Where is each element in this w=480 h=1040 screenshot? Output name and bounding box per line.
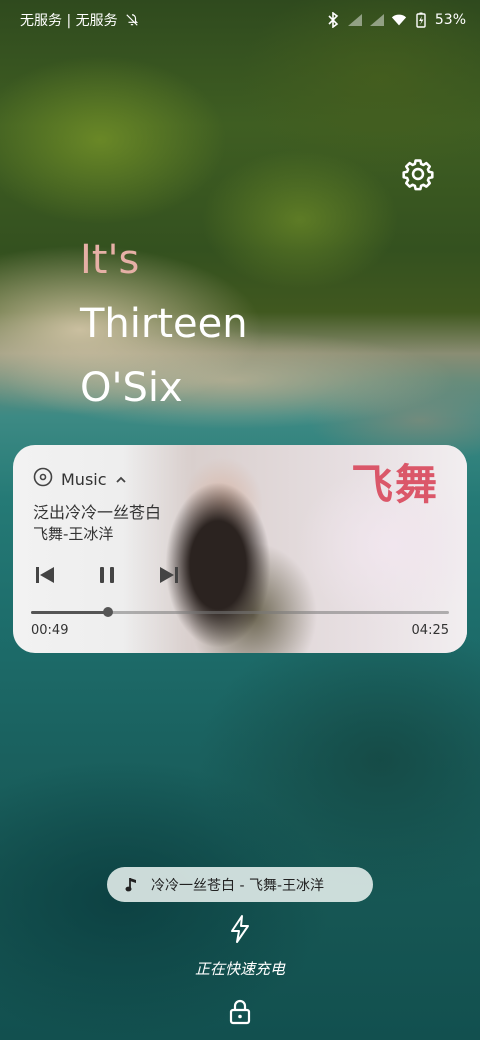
clock-line-3: O'Six	[80, 365, 183, 411]
seek-bar[interactable]	[31, 607, 449, 617]
time-elapsed: 00:49	[31, 623, 69, 638]
seek-bar-fill	[31, 611, 109, 614]
bell-off-icon	[124, 12, 140, 28]
status-right: 53%	[325, 12, 466, 28]
lock-clock: It's Thirteen O'Six	[80, 228, 248, 420]
bluetooth-icon	[325, 12, 341, 28]
status-left: 无服务 | 无服务	[20, 10, 140, 30]
album-art: 飞舞	[123, 445, 467, 653]
gear-icon	[402, 159, 434, 191]
previous-icon	[36, 567, 54, 583]
now-playing-chip[interactable]: 冷冷一丝苍白 - 飞舞-王冰洋	[107, 867, 373, 902]
music-note-icon	[125, 876, 139, 894]
album-art-title: 飞舞	[350, 460, 439, 509]
charging-status: 正在快速充电	[194, 960, 285, 978]
next-icon	[160, 567, 178, 583]
chevron-up-icon[interactable]	[115, 470, 127, 489]
pause-icon	[100, 567, 114, 583]
time-total: 04:25	[411, 623, 449, 638]
clock-line-1: It's	[80, 237, 140, 283]
carrier-label: 无服务 | 无服务	[20, 13, 118, 29]
status-bar: 无服务 | 无服务 53%	[20, 8, 466, 32]
battery-charging-icon	[413, 12, 429, 28]
previous-button[interactable]	[31, 561, 59, 589]
battery-percent: 53%	[434, 12, 466, 28]
pause-button[interactable]	[93, 561, 121, 589]
lock-screen: 无服务 | 无服务 53% It's Thirteen O'Six 飞舞 Mus…	[0, 0, 480, 1040]
song-title: 泛出冷冷一丝苍白	[33, 503, 162, 522]
signal-icon	[369, 12, 385, 28]
now-playing-text: 冷冷一丝苍白 - 飞舞-王冰洋	[151, 877, 325, 894]
next-button[interactable]	[155, 561, 183, 589]
wifi-icon	[391, 12, 407, 28]
lightning-icon	[226, 912, 254, 946]
song-artist: 飞舞-王冰洋	[33, 525, 114, 543]
seek-bar-thumb[interactable]	[103, 607, 114, 617]
signal-icon	[347, 12, 363, 28]
clock-line-2: Thirteen	[80, 301, 248, 347]
music-app-icon	[33, 467, 53, 491]
media-app-label: Music	[61, 469, 107, 489]
media-controls	[31, 561, 183, 589]
media-app-header[interactable]: Music	[33, 467, 127, 491]
lock-icon[interactable]	[228, 998, 252, 1026]
media-player-card[interactable]: 飞舞 Music 泛出冷冷一丝苍白 飞舞-王冰洋 00:49 04:25	[13, 445, 467, 653]
settings-button[interactable]	[400, 156, 436, 192]
